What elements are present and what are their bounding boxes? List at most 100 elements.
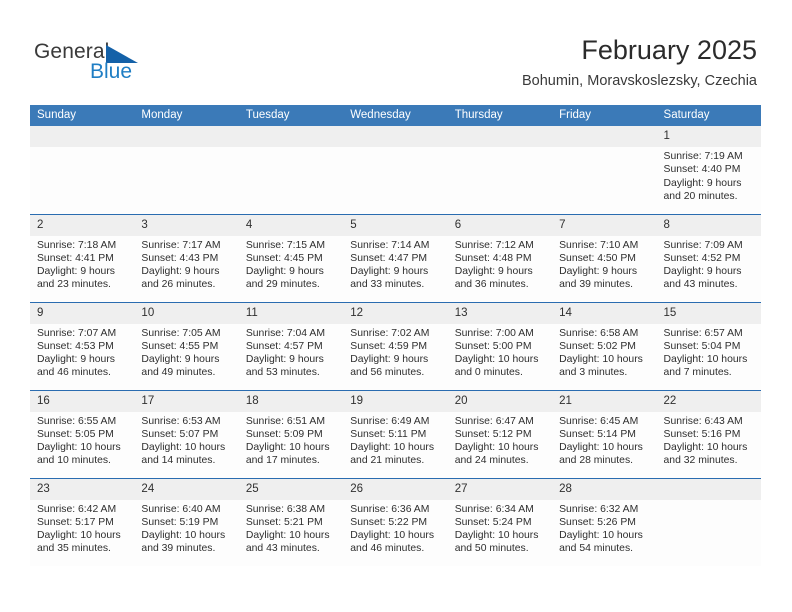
day-number: [30, 126, 135, 147]
day-detail-line: and 21 minutes.: [350, 455, 425, 467]
calendar-day-cell[interactable]: 10 Sunrise: 7:05 AM Sunset: 4:55 PM Dayligh…: [134, 301, 239, 390]
day-detail-line: Sunrise: 6:49 AM: [350, 415, 430, 427]
day-number: 15: [656, 302, 761, 324]
day-detail-line: Sunrise: 6:58 AM: [559, 327, 639, 339]
day-detail-line: Daylight: 9 hours: [245, 354, 324, 366]
calendar-day-cell[interactable]: 20 Sunrise: 6:47 AM Sunset: 5:12 PM Dayligh…: [447, 389, 553, 478]
calendar-day-cell[interactable]: 23 Sunrise: 6:42 AM Sunset: 5:17 PM Dayligh…: [30, 477, 135, 566]
calendar-day-cell[interactable]: 5 Sunrise: 7:14 AM Sunset: 4:47 PM Daylight…: [343, 213, 448, 302]
calendar-day-cell[interactable]: 12 Sunrise: 7:02 AM Sunset: 4:59 PM Dayligh…: [343, 301, 448, 390]
day-detail-line: and 20 minutes.: [663, 190, 738, 202]
day-number: 20: [447, 390, 553, 412]
day-number: 26: [343, 478, 448, 500]
day-number: [447, 126, 553, 147]
calendar-day-cell[interactable]: 27 Sunrise: 6:34 AM Sunset: 5:24 PM Dayligh…: [447, 477, 553, 566]
day-detail-line: and 43 minutes.: [245, 543, 320, 555]
calendar-day-cell[interactable]: 3 Sunrise: 7:17 AM Sunset: 4:43 PM Daylight…: [134, 213, 239, 302]
day-number: [238, 126, 344, 147]
day-details: Sunrise: 6:47 AM Sunset: 5:12 PM Daylight:…: [448, 412, 552, 468]
calendar-day-cell[interactable]: 8 Sunrise: 7:09 AM Sunset: 4:52 PM Daylight…: [656, 213, 761, 302]
day-details: Sunrise: 7:18 AM Sunset: 4:41 PM Daylight:…: [30, 236, 134, 292]
day-detail-line: Sunrise: 6:36 AM: [350, 503, 430, 515]
weekday-header-friday: Friday: [552, 105, 657, 126]
day-number: 6: [447, 214, 553, 236]
calendar-day-cell[interactable]: 19 Sunrise: 6:49 AM Sunset: 5:11 PM Dayligh…: [343, 389, 448, 478]
day-details: Sunrise: 6:34 AM Sunset: 5:24 PM Daylight:…: [448, 500, 552, 556]
day-details: Sunrise: 6:40 AM Sunset: 5:19 PM Daylight:…: [134, 500, 238, 556]
calendar-day-cell[interactable]: 26 Sunrise: 6:36 AM Sunset: 5:22 PM Dayligh…: [343, 477, 448, 566]
day-details: Sunrise: 7:10 AM Sunset: 4:50 PM Daylight:…: [552, 236, 656, 292]
calendar-day-cell[interactable]: 2 Sunrise: 7:18 AM Sunset: 4:41 PM Daylight…: [30, 213, 135, 302]
day-detail-line: Daylight: 10 hours: [141, 530, 226, 542]
day-detail-line: Sunset: 5:07 PM: [141, 428, 219, 440]
calendar-day-cell[interactable]: 4 Sunrise: 7:15 AM Sunset: 4:45 PM Daylight…: [238, 213, 344, 302]
day-detail-line: Sunrise: 7:19 AM: [663, 151, 743, 162]
calendar-day-cell[interactable]: 1 Sunrise: 7:19 AM Sunset: 4:40 PM Daylight…: [656, 126, 761, 214]
weekday-header-monday: Monday: [134, 105, 239, 126]
day-number: 22: [656, 390, 761, 412]
calendar-day-cell[interactable]: 11 Sunrise: 7:04 AM Sunset: 4:57 PM Dayligh…: [238, 301, 344, 390]
day-detail-line: and 46 minutes.: [350, 543, 425, 555]
day-detail-line: Sunset: 5:05 PM: [37, 428, 114, 440]
day-detail-line: Daylight: 10 hours: [559, 530, 643, 542]
day-detail-line: Daylight: 9 hours: [454, 266, 533, 278]
day-detail-line: and 33 minutes.: [350, 279, 425, 291]
day-detail-line: Sunset: 4:48 PM: [454, 252, 532, 264]
calendar-day-cell-empty: [30, 126, 135, 214]
day-detail-line: and 43 minutes.: [663, 279, 738, 291]
calendar-day-cell[interactable]: 15 Sunrise: 6:57 AM Sunset: 5:04 PM Dayligh…: [656, 301, 761, 390]
day-details: Sunrise: 6:55 AM Sunset: 5:05 PM Daylight:…: [30, 412, 134, 468]
brand-name-general: General: [34, 40, 110, 63]
day-detail-line: Sunset: 5:11 PM: [350, 428, 427, 440]
day-detail-line: Daylight: 10 hours: [245, 442, 330, 454]
calendar-day-cell[interactable]: 25 Sunrise: 6:38 AM Sunset: 5:21 PM Dayligh…: [238, 477, 344, 566]
day-detail-line: Daylight: 9 hours: [37, 354, 115, 366]
calendar-week-row: 2 Sunrise: 7:18 AM Sunset: 4:41 PM Daylight…: [30, 213, 761, 302]
day-detail-line: Sunrise: 6:43 AM: [663, 415, 743, 427]
day-detail-line: Daylight: 9 hours: [559, 266, 638, 278]
day-detail-line: and 32 minutes.: [663, 455, 738, 467]
calendar-day-cell[interactable]: 18 Sunrise: 6:51 AM Sunset: 5:09 PM Dayligh…: [238, 389, 344, 478]
day-detail-line: and 26 minutes.: [141, 279, 216, 291]
weekday-header-sunday: Sunday: [30, 105, 135, 126]
day-detail-line: Sunset: 5:24 PM: [454, 516, 532, 528]
calendar-day-cell[interactable]: 16 Sunrise: 6:55 AM Sunset: 5:05 PM Dayligh…: [30, 389, 135, 478]
calendar-day-cell[interactable]: 13 Sunrise: 7:00 AM Sunset: 5:00 PM Dayligh…: [447, 301, 553, 390]
weekday-header-thursday: Thursday: [447, 105, 553, 126]
brand-logo[interactable]: General Blue: [34, 41, 214, 91]
day-detail-line: Sunset: 5:04 PM: [663, 340, 741, 352]
day-detail-line: Daylight: 9 hours: [245, 266, 324, 278]
day-detail-line: Sunrise: 6:47 AM: [454, 415, 534, 427]
calendar-day-cell[interactable]: 9 Sunrise: 7:07 AM Sunset: 4:53 PM Daylight…: [30, 301, 135, 390]
day-detail-line: Daylight: 9 hours: [37, 266, 115, 278]
day-number: 7: [552, 214, 657, 236]
day-number: 3: [134, 214, 239, 236]
day-detail-line: Sunset: 5:14 PM: [559, 428, 636, 440]
day-number: [134, 126, 239, 147]
day-number: 12: [343, 302, 448, 324]
calendar-day-cell[interactable]: 14 Sunrise: 6:58 AM Sunset: 5:02 PM Dayligh…: [552, 301, 657, 390]
day-details: Sunrise: 6:58 AM Sunset: 5:02 PM Daylight:…: [552, 324, 656, 380]
day-detail-line: Daylight: 9 hours: [141, 354, 220, 366]
day-number: 18: [238, 390, 344, 412]
calendar-day-cell[interactable]: 21 Sunrise: 6:45 AM Sunset: 5:14 PM Dayligh…: [552, 389, 657, 478]
day-detail-line: Daylight: 10 hours: [454, 442, 539, 454]
day-detail-line: Daylight: 10 hours: [663, 442, 748, 454]
calendar-day-cell[interactable]: 24 Sunrise: 6:40 AM Sunset: 5:19 PM Dayligh…: [134, 477, 239, 566]
calendar-day-cell[interactable]: 22 Sunrise: 6:43 AM Sunset: 5:16 PM Dayligh…: [656, 389, 761, 478]
day-detail-line: and 29 minutes.: [245, 279, 320, 291]
calendar-day-cell[interactable]: 6 Sunrise: 7:12 AM Sunset: 4:48 PM Daylight…: [447, 213, 553, 302]
calendar-day-cell[interactable]: 28 Sunrise: 6:32 AM Sunset: 5:26 PM Dayligh…: [552, 477, 657, 566]
calendar-day-cell[interactable]: 17 Sunrise: 6:53 AM Sunset: 5:07 PM Dayligh…: [134, 389, 239, 478]
day-number: 16: [30, 390, 135, 412]
day-detail-line: and 7 minutes.: [663, 367, 732, 379]
day-number: 17: [134, 390, 239, 412]
day-detail-line: Sunset: 5:09 PM: [245, 428, 323, 440]
calendar-day-cell[interactable]: 7 Sunrise: 7:10 AM Sunset: 4:50 PM Daylight…: [552, 213, 657, 302]
day-details: Sunrise: 6:36 AM Sunset: 5:22 PM Daylight:…: [343, 500, 447, 556]
day-detail-line: Sunrise: 7:15 AM: [245, 239, 325, 251]
day-detail-line: and 54 minutes.: [559, 543, 634, 555]
day-details: Sunrise: 7:15 AM Sunset: 4:45 PM Daylight:…: [239, 236, 343, 292]
day-detail-line: Sunrise: 7:17 AM: [141, 239, 221, 251]
day-details: Sunrise: 7:14 AM Sunset: 4:47 PM Daylight:…: [343, 236, 447, 292]
